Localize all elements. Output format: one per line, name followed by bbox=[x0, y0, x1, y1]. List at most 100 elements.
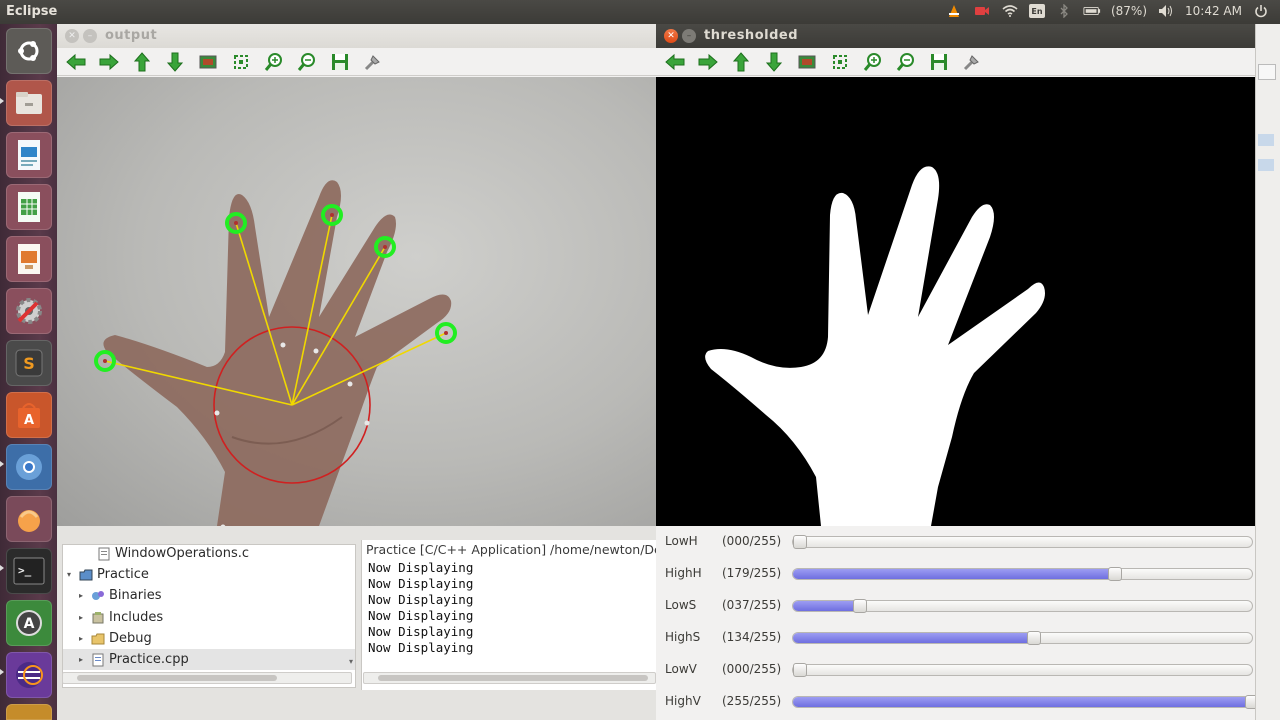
expand-arrow[interactable]: ▸ bbox=[79, 613, 89, 622]
pan-right-icon[interactable] bbox=[697, 51, 719, 73]
zoom-original-icon[interactable] bbox=[230, 51, 252, 73]
keyboard-icon[interactable]: En bbox=[1028, 4, 1045, 18]
zoom-fit-icon[interactable] bbox=[796, 51, 818, 73]
close-icon[interactable]: ✕ bbox=[65, 29, 79, 43]
zoom-out-icon[interactable] bbox=[895, 51, 917, 73]
console-line: Now Displaying bbox=[368, 560, 474, 575]
power-icon[interactable] bbox=[1252, 3, 1270, 19]
expand-arrow[interactable]: ▸ bbox=[79, 591, 89, 600]
scroll-down-arrow-icon[interactable]: ▾ bbox=[349, 657, 353, 666]
tree-label: Practice.cpp bbox=[109, 652, 189, 667]
zoom-in-icon[interactable] bbox=[263, 51, 285, 73]
panel-icon[interactable] bbox=[1258, 134, 1274, 146]
thresholded-titlebar[interactable]: ✕ – thresholded bbox=[656, 24, 1255, 48]
system-settings-icon[interactable] bbox=[6, 288, 52, 334]
eclipse-workbench: WindowOperations.c ▾ Practice ▸ Binaries… bbox=[57, 526, 656, 720]
trackbar-value: (037/255) bbox=[722, 598, 782, 612]
svg-text:>_: >_ bbox=[18, 564, 32, 577]
battery-icon[interactable] bbox=[1083, 3, 1101, 19]
expand-arrow[interactable]: ▾ bbox=[67, 570, 77, 579]
zoom-original-icon[interactable] bbox=[829, 51, 851, 73]
minimize-icon[interactable]: – bbox=[83, 29, 97, 43]
close-icon[interactable]: ✕ bbox=[664, 29, 678, 43]
tree-item-includes[interactable]: ▸ Includes bbox=[79, 607, 163, 628]
trackbar-track[interactable] bbox=[792, 663, 1253, 677]
binaries-icon bbox=[91, 589, 105, 603]
writer-icon[interactable] bbox=[6, 132, 52, 178]
sublime-text-icon[interactable]: S bbox=[6, 340, 52, 386]
sticky-notes-icon[interactable] bbox=[6, 704, 52, 720]
output-titlebar[interactable]: ✕ – output bbox=[57, 24, 656, 48]
scroll-icon[interactable] bbox=[1258, 64, 1276, 80]
ubuntu-one-icon[interactable]: A bbox=[6, 600, 52, 646]
tree-item-practice-cpp[interactable]: ▸ Practice.cpp bbox=[63, 649, 355, 670]
system-tray: En (87%) 10:42 AM bbox=[945, 3, 1270, 19]
minimize-icon[interactable]: – bbox=[682, 29, 696, 43]
output-window: ✕ – output bbox=[57, 24, 656, 526]
calc-icon[interactable] bbox=[6, 184, 52, 230]
impress-icon[interactable] bbox=[6, 236, 52, 282]
camera-icon[interactable] bbox=[973, 3, 991, 19]
wifi-icon[interactable] bbox=[1001, 3, 1019, 19]
trackbar-handle[interactable] bbox=[852, 599, 867, 613]
trackbar-track[interactable] bbox=[792, 535, 1253, 549]
expand-arrow[interactable]: ▸ bbox=[79, 634, 89, 643]
trackbar-track[interactable] bbox=[792, 695, 1259, 709]
zoom-in-icon[interactable] bbox=[862, 51, 884, 73]
pan-left-icon[interactable] bbox=[664, 51, 686, 73]
trackbar-label: LowH bbox=[665, 534, 698, 548]
trackbar-handle[interactable] bbox=[1108, 567, 1123, 581]
trackbar-label: LowV bbox=[665, 662, 697, 676]
zoom-out-icon[interactable] bbox=[296, 51, 318, 73]
bluetooth-icon[interactable] bbox=[1055, 3, 1073, 19]
trackbar-label: HighV bbox=[665, 694, 701, 708]
clock[interactable]: 10:42 AM bbox=[1185, 4, 1242, 18]
save-icon[interactable] bbox=[329, 51, 351, 73]
save-icon[interactable] bbox=[928, 51, 950, 73]
ubuntu-dash-icon[interactable] bbox=[6, 28, 52, 74]
volume-icon[interactable] bbox=[1157, 3, 1175, 19]
pan-down-icon[interactable] bbox=[164, 51, 186, 73]
pan-up-icon[interactable] bbox=[730, 51, 752, 73]
trackbar-track[interactable] bbox=[792, 567, 1253, 581]
tree-item-windowoperations[interactable]: WindowOperations.c bbox=[85, 543, 249, 564]
tree-label: Includes bbox=[109, 610, 164, 625]
panel-icon[interactable] bbox=[1258, 159, 1274, 171]
console-line: Now Displaying bbox=[368, 576, 474, 591]
trackbar-track[interactable] bbox=[792, 599, 1253, 613]
svg-text:S: S bbox=[23, 354, 35, 373]
eclipse-icon[interactable] bbox=[6, 652, 52, 698]
console-line: Now Displaying bbox=[368, 624, 474, 639]
pan-left-icon[interactable] bbox=[65, 51, 87, 73]
properties-icon[interactable] bbox=[362, 51, 384, 73]
console-line: Now Displaying bbox=[368, 640, 474, 655]
pan-down-icon[interactable] bbox=[763, 51, 785, 73]
camera-output-image bbox=[57, 77, 656, 526]
properties-icon[interactable] bbox=[961, 51, 983, 73]
trackbar-track[interactable] bbox=[792, 631, 1253, 645]
pan-right-icon[interactable] bbox=[98, 51, 120, 73]
files-icon[interactable] bbox=[6, 80, 52, 126]
thresholded-toolbar bbox=[656, 48, 1255, 76]
zoom-fit-icon[interactable] bbox=[197, 51, 219, 73]
pan-up-icon[interactable] bbox=[131, 51, 153, 73]
chromium-icon[interactable] bbox=[6, 444, 52, 490]
terminal-icon[interactable]: >_ bbox=[6, 548, 52, 594]
software-center-icon[interactable]: A bbox=[6, 392, 52, 438]
tree-label: Debug bbox=[109, 631, 152, 646]
console-hscrollbar[interactable] bbox=[363, 672, 656, 684]
tree-item-binaries[interactable]: ▸ Binaries bbox=[79, 585, 161, 606]
active-app-title: Eclipse bbox=[6, 4, 58, 19]
trackbar-handle[interactable] bbox=[793, 663, 807, 677]
window-title: thresholded bbox=[704, 28, 799, 43]
tree-item-debug[interactable]: ▸ Debug bbox=[79, 628, 152, 649]
trackbar-label: HighH bbox=[665, 566, 702, 580]
project-hscrollbar[interactable] bbox=[62, 672, 352, 684]
trackbar-handle[interactable] bbox=[1026, 631, 1041, 645]
expand-arrow[interactable]: ▸ bbox=[79, 655, 89, 664]
console-line: Now Displaying bbox=[368, 592, 474, 607]
vlc-icon[interactable] bbox=[945, 3, 963, 19]
clementine-icon[interactable] bbox=[6, 496, 52, 542]
trackbar-handle[interactable] bbox=[793, 535, 807, 549]
tree-item-practice[interactable]: ▾ Practice bbox=[67, 564, 149, 585]
